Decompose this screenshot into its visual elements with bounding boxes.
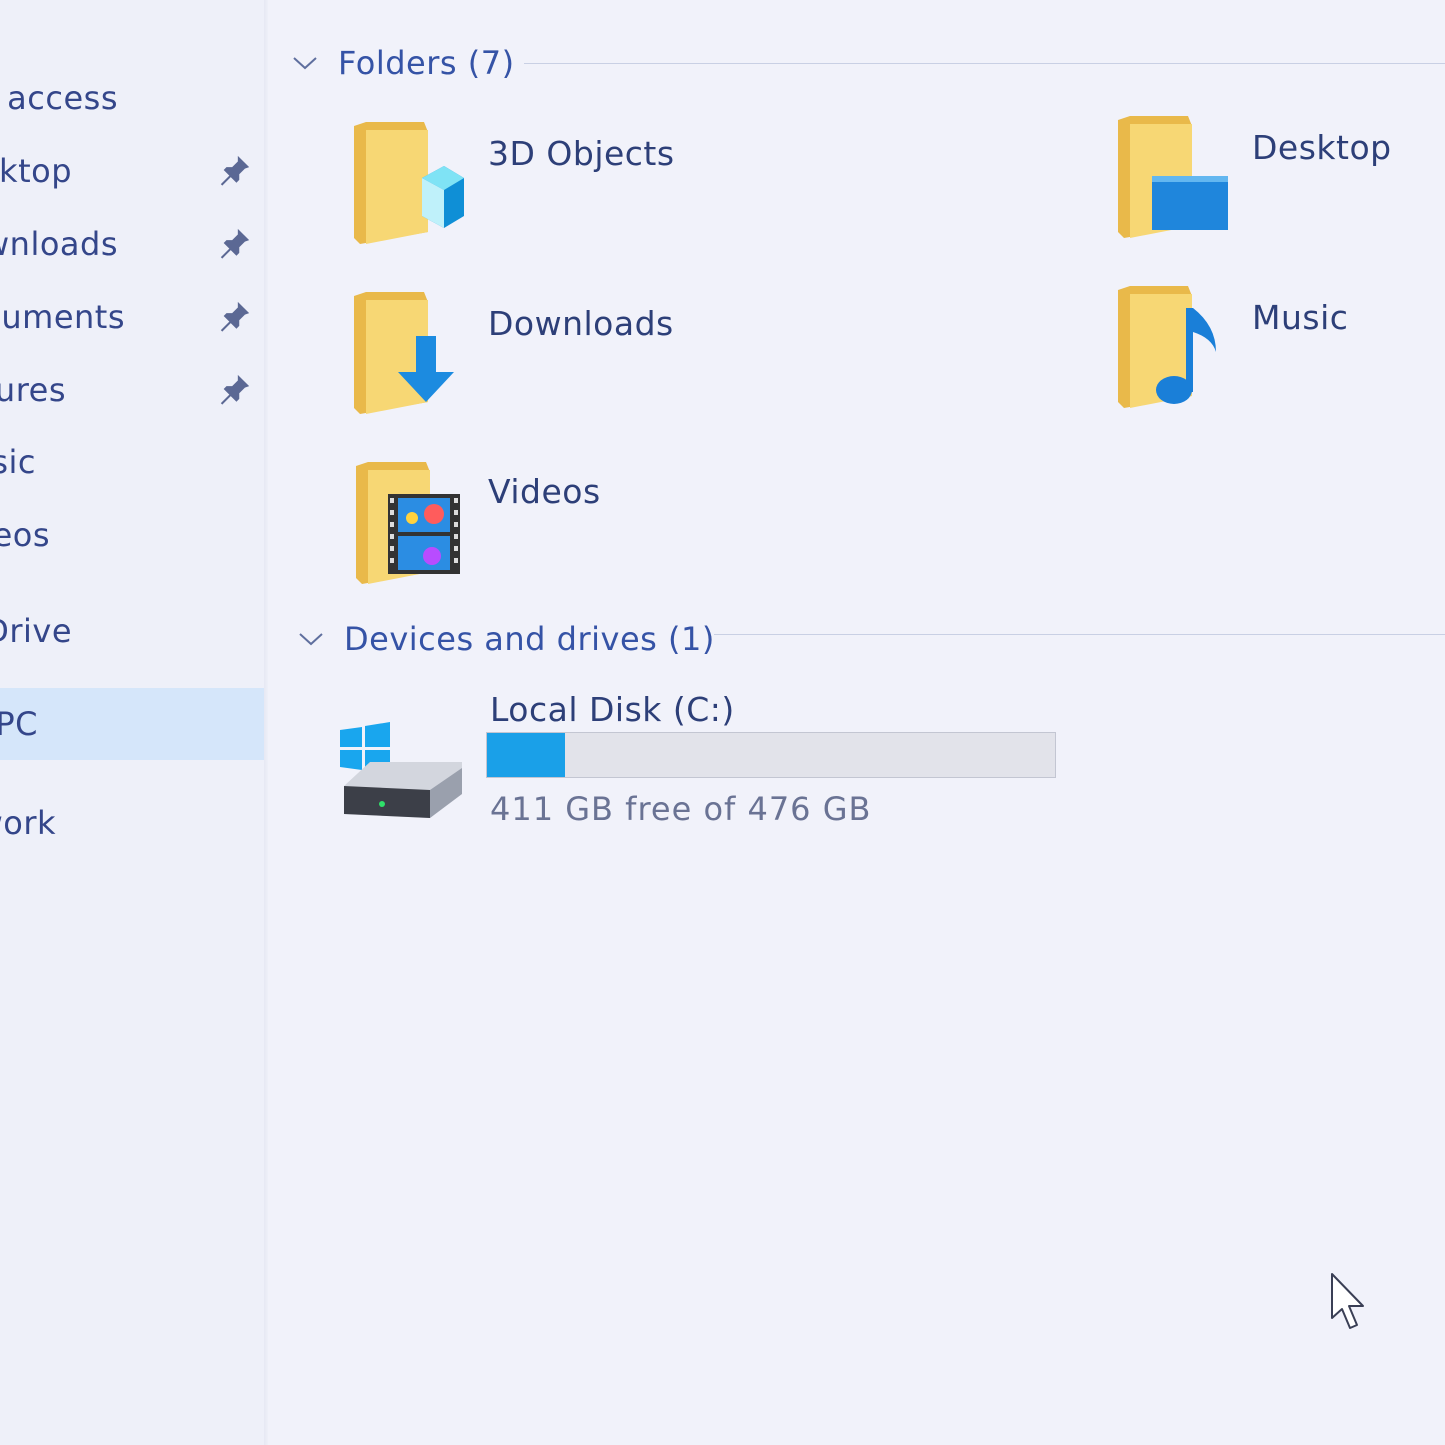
pin-icon[interactable] — [218, 372, 252, 406]
nav-item-desktop[interactable]: ktop — [0, 135, 264, 207]
nav-item-this-pc[interactable]: PC — [0, 688, 264, 760]
folder-name: Videos — [488, 472, 601, 511]
devices-group-header[interactable]: Devices and drives (1) — [298, 620, 715, 658]
group-title: Devices and drives (1) — [344, 620, 715, 658]
drive-name: Local Disk (C:) — [490, 690, 735, 729]
navigation-pane: k access ktop wnloads cuments ures sic e… — [0, 0, 264, 1445]
nav-item-label: Drive — [0, 612, 72, 650]
nav-item-label: wnloads — [0, 225, 118, 263]
nav-item-downloads[interactable]: wnloads — [0, 208, 264, 280]
group-title: Folders (7) — [338, 44, 515, 82]
desktop-folder-icon — [1118, 116, 1228, 238]
nav-item-label: ktop — [0, 152, 72, 190]
nav-item-network[interactable]: work — [0, 787, 264, 859]
group-divider-line — [524, 63, 1445, 64]
folder-tile-3d-objects[interactable]: 3D Objects — [352, 118, 852, 258]
folder-tile-downloads[interactable]: Downloads — [352, 288, 852, 428]
drive-tile-local-disk[interactable]: Local Disk (C:) 411 GB free of 476 GB — [338, 690, 1138, 840]
drive-free-space: 411 GB free of 476 GB — [490, 790, 872, 828]
drive-usage-bar — [486, 732, 1056, 778]
folder-tile-videos[interactable]: Videos — [354, 458, 854, 598]
nav-item-onedrive[interactable]: Drive — [0, 595, 264, 667]
folders-group-header[interactable]: Folders (7) — [292, 44, 515, 82]
nav-item-label: ures — [0, 371, 66, 409]
nav-item-label: work — [0, 804, 56, 842]
3d-objects-folder-icon — [354, 122, 464, 244]
downloads-folder-icon — [354, 292, 454, 414]
nav-item-quick-access[interactable]: k access — [0, 62, 264, 134]
folder-name: Desktop — [1252, 128, 1392, 167]
nav-item-label: eos — [0, 516, 50, 554]
nav-item-music[interactable]: sic — [0, 426, 264, 498]
videos-folder-icon — [356, 462, 460, 584]
folder-name: 3D Objects — [488, 134, 675, 173]
nav-item-pictures[interactable]: ures — [0, 354, 264, 426]
music-folder-icon — [1118, 286, 1216, 408]
pin-icon[interactable] — [218, 299, 252, 333]
drive-usage-fill — [487, 733, 565, 777]
nav-item-label: cuments — [0, 298, 125, 336]
nav-item-videos[interactable]: eos — [0, 499, 264, 571]
folder-name: Downloads — [488, 304, 674, 343]
windows-drive-icon — [340, 722, 462, 818]
folder-name: Music — [1252, 298, 1349, 337]
nav-item-label: sic — [0, 443, 36, 481]
content-pane: Folders (7) 3D Objects Desktop Downloads… — [268, 0, 1445, 1445]
nav-item-documents[interactable]: cuments — [0, 281, 264, 353]
group-divider-line — [714, 634, 1445, 635]
mouse-cursor-icon — [1331, 1273, 1364, 1329]
folder-tile-desktop[interactable]: Desktop — [1116, 112, 1436, 252]
nav-item-label: PC — [0, 705, 38, 743]
folder-tile-music[interactable]: Music — [1116, 282, 1436, 422]
pin-icon[interactable] — [218, 226, 252, 260]
pin-icon[interactable] — [218, 153, 252, 187]
nav-item-label: k access — [0, 79, 118, 117]
chevron-down-icon[interactable] — [298, 631, 324, 647]
chevron-down-icon[interactable] — [292, 55, 318, 71]
